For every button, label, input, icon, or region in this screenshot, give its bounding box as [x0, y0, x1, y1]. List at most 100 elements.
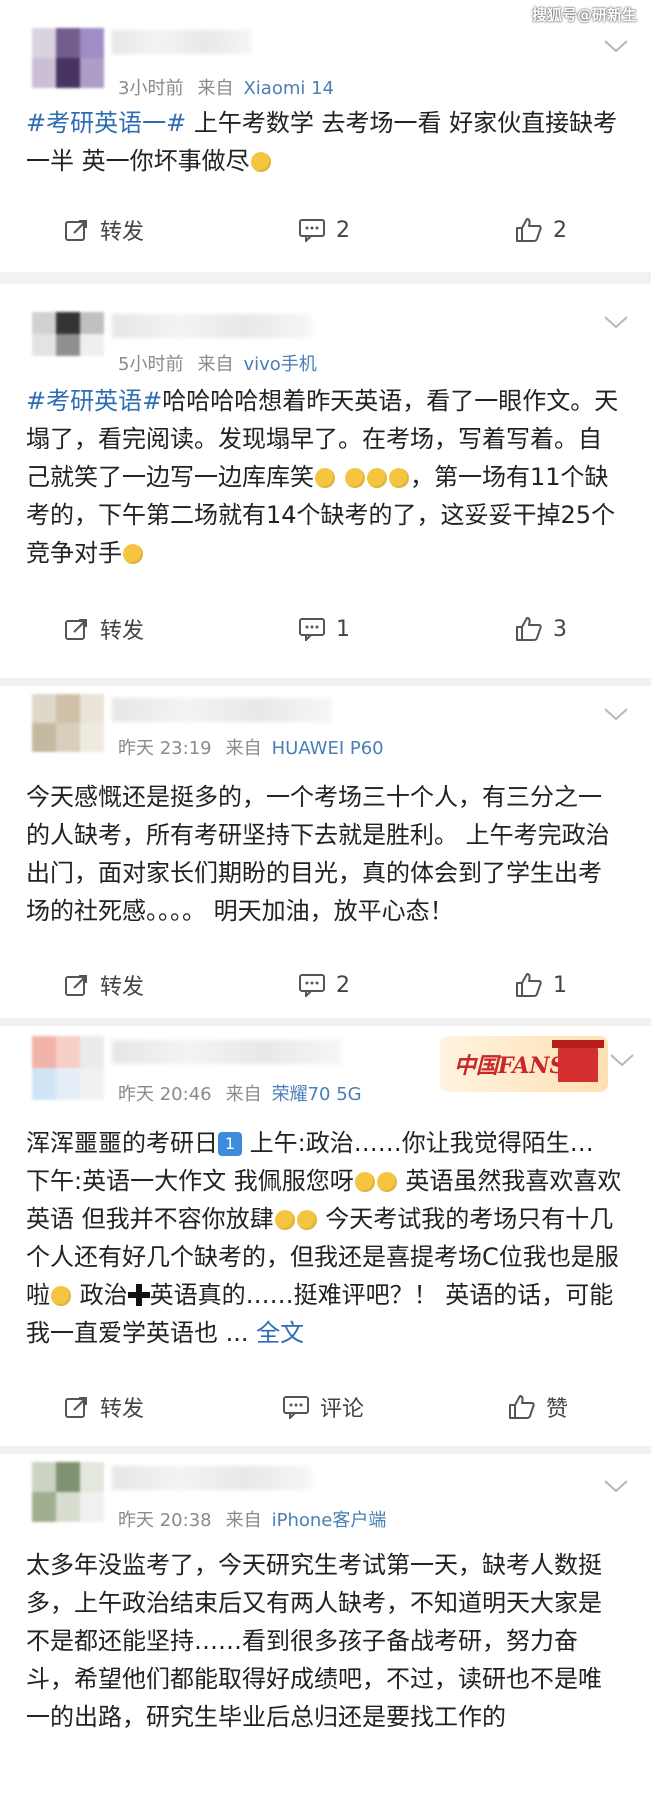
repost-button[interactable]: 转发 — [64, 1364, 144, 1450]
watermark: 搜狐号@研新生 — [531, 6, 637, 24]
repost-label: 转发 — [100, 220, 145, 245]
read-more-link[interactable]: 全文 — [256, 1319, 304, 1347]
laughing-emoji-icon — [389, 468, 409, 488]
avatar[interactable] — [32, 1462, 104, 1522]
post-actions: 转发 2 2 — [0, 190, 651, 270]
repost-icon — [65, 975, 87, 996]
repost-label: 转发 — [100, 975, 145, 1000]
like-button[interactable]: 赞 — [508, 1364, 568, 1450]
comment-button[interactable]: 2 — [298, 190, 350, 270]
post-source: HUAWEI P60 — [271, 738, 384, 759]
post-card: 3小时前 来自 Xiaomi 14 #考研英语一# 上午考数学 去考场一看 好家伙直… — [0, 0, 651, 272]
post-time: 昨天 20:46 — [118, 1084, 212, 1105]
post-meta: 昨天 23:19 来自 HUAWEI P60 — [118, 734, 384, 760]
user-name[interactable] — [112, 314, 312, 338]
avatar[interactable] — [32, 28, 104, 88]
from-label: 来自 — [197, 354, 234, 375]
topic-tag[interactable]: #考研英语一# — [26, 109, 186, 137]
thumbs-up-icon — [516, 617, 542, 641]
thumbs-up-icon — [516, 973, 542, 997]
repost-label: 转发 — [100, 1397, 145, 1422]
post-content: #考研英语#哈哈哈哈想着昨天英语，看了一眼作文。天塌了，看完阅读。发现塌早了。在… — [0, 370, 651, 582]
laughing-emoji-icon — [315, 468, 335, 488]
comment-label: 评论 — [320, 1397, 365, 1422]
like-button[interactable]: 2 — [515, 190, 567, 270]
comment-count: 2 — [336, 972, 350, 998]
laughing-emoji-icon — [367, 468, 387, 488]
from-label: 来自 — [225, 1510, 262, 1531]
post-source: 荣耀70 5G — [271, 1084, 362, 1105]
gate-icon — [552, 1040, 604, 1082]
comment-button[interactable]: 1 — [298, 586, 350, 672]
avatar[interactable] — [32, 1036, 104, 1100]
avatar[interactable] — [32, 312, 104, 356]
like-button[interactable]: 3 — [515, 586, 567, 672]
post-meta: 昨天 20:38 来自 iPhone客户端 — [118, 1506, 386, 1532]
post-text: 今天感慨还是挺多的，一个考场三十个人，有三分之一的人缺考，所有考研坚持下去就是胜… — [26, 783, 610, 925]
chevron-down-icon[interactable] — [603, 38, 629, 54]
plus-icon — [127, 1284, 150, 1306]
post-card: 5小时前 来自 vivo手机 #考研英语#哈哈哈哈想着昨天英语，看了一眼作文。天塌了… — [0, 284, 651, 678]
comment-icon — [283, 1396, 309, 1419]
post-content: 今天感慨还是挺多的，一个考场三十个人，有三分之一的人缺考，所有考研坚持下去就是胜… — [0, 770, 651, 940]
user-name[interactable] — [112, 1040, 342, 1064]
fans-badge: 中国FANS — [440, 1036, 608, 1092]
post-meta: 昨天 20:46 来自 荣耀70 5G — [118, 1080, 362, 1106]
post-time: 昨天 23:19 — [118, 738, 212, 759]
chevron-down-icon[interactable] — [603, 706, 629, 722]
post-source: iPhone客户端 — [271, 1510, 387, 1531]
comment-button[interactable]: 2 — [298, 942, 350, 1028]
repost-button[interactable]: 转发 — [64, 586, 144, 672]
comment-icon — [299, 618, 325, 641]
comment-count: 1 — [336, 616, 350, 642]
laughing-emoji-icon — [345, 468, 365, 488]
post-meta: 3小时前 来自 Xiaomi 14 — [118, 74, 334, 100]
crying-emoji-icon — [250, 152, 271, 172]
comment-icon — [299, 974, 325, 997]
like-count: 1 — [553, 972, 567, 998]
like-label: 赞 — [546, 1397, 569, 1422]
post-card: 昨天 20:38 来自 iPhone客户端 太多年没监考了，今天研究生考试第一天，缺… — [0, 1454, 651, 1784]
repost-icon — [65, 1397, 87, 1418]
repost-icon — [65, 220, 87, 241]
from-label: 来自 — [225, 1084, 262, 1105]
like-count: 2 — [553, 217, 567, 243]
repost-icon — [65, 619, 87, 640]
post-source: vivo手机 — [243, 354, 317, 375]
topic-tag[interactable]: #考研英语# — [26, 387, 162, 415]
post-meta: 5小时前 来自 vivo手机 — [118, 350, 317, 376]
upside-down-emoji-icon — [274, 1210, 295, 1230]
user-name[interactable] — [112, 1466, 312, 1490]
post-content: 太多年没监考了，今天研究生考试第一天，缺考人数挺多，上午政治结束后又有两人缺考，… — [0, 1540, 651, 1746]
post-actions: 转发 评论 赞 — [0, 1364, 651, 1450]
from-label: 来自 — [225, 738, 262, 759]
post-time: 5小时前 — [118, 354, 184, 375]
from-label: 来自 — [197, 78, 234, 99]
post-text: 政治 — [72, 1281, 128, 1309]
post-source: Xiaomi 14 — [243, 78, 334, 99]
smile-emoji-icon — [354, 1172, 375, 1192]
post-actions: 转发 1 3 — [0, 586, 651, 672]
comment-button[interactable]: 评论 — [282, 1364, 364, 1450]
post-card: 昨天 23:19 来自 HUAWEI P60 今天感慨还是挺多的，一个考场三十个人，… — [0, 686, 651, 1018]
sweat-emoji-icon — [51, 1286, 71, 1306]
repost-button[interactable]: 转发 — [64, 942, 144, 1028]
user-name[interactable] — [112, 30, 252, 54]
chevron-down-icon[interactable] — [603, 1478, 629, 1494]
user-name[interactable] — [112, 698, 332, 722]
post-text: 太多年没监考了，今天研究生考试第一天，缺考人数挺多，上午政治结束后又有两人缺考，… — [26, 1551, 602, 1731]
avatar[interactable] — [32, 694, 104, 752]
post-text: 浑浑噩噩的考研日 — [26, 1129, 218, 1157]
comment-icon — [299, 219, 325, 242]
post-content: #考研英语一# 上午考数学 去考场一看 好家伙直接缺考一半 英一你坏事做尽 — [0, 86, 651, 190]
smirk-emoji-icon — [123, 544, 143, 564]
thumbs-up-icon — [509, 1395, 535, 1419]
chevron-down-icon[interactable] — [603, 314, 629, 330]
post-time: 昨天 20:38 — [118, 1510, 212, 1531]
chevron-down-icon[interactable] — [609, 1052, 635, 1068]
repost-button[interactable]: 转发 — [64, 190, 144, 270]
post-time: 3小时前 — [118, 78, 184, 99]
like-count: 3 — [553, 616, 567, 642]
like-button[interactable]: 1 — [515, 942, 567, 1028]
comment-count: 2 — [336, 217, 350, 243]
